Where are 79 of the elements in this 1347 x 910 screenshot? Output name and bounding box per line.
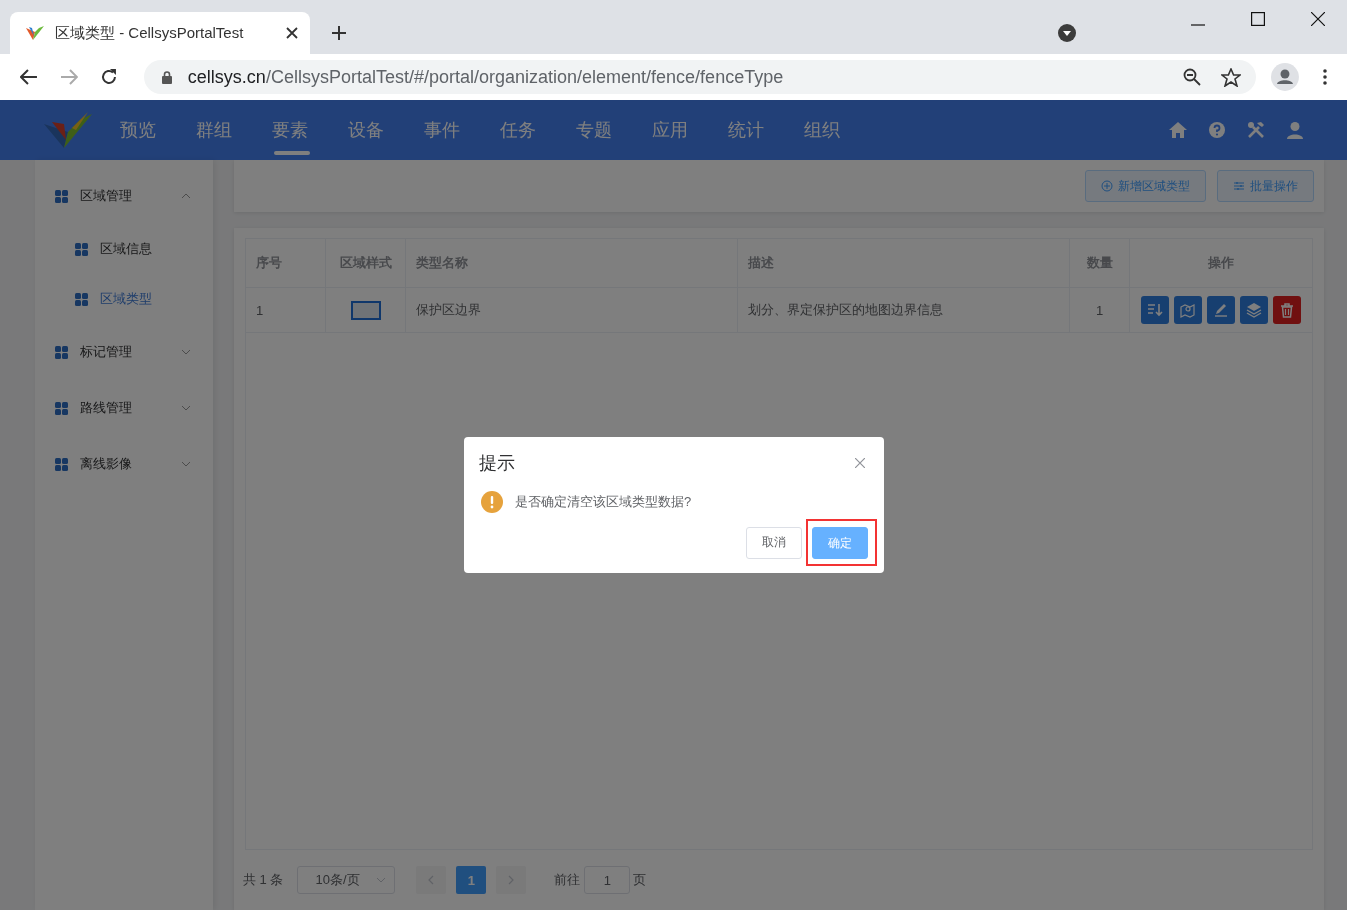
nav-tab[interactable]: 设备 xyxy=(348,100,424,160)
chevron-left-icon xyxy=(428,875,435,885)
page-number[interactable]: 1 xyxy=(456,866,487,894)
close-icon[interactable] xyxy=(1311,12,1325,26)
nav-tab[interactable]: 群组 xyxy=(196,100,272,160)
browser-tab[interactable]: 区域类型 - CellsysPortalTest xyxy=(10,12,310,54)
goto-label: 前往 xyxy=(554,871,581,889)
map-pin-icon xyxy=(1179,301,1197,319)
zoom-out-icon[interactable] xyxy=(1183,68,1202,86)
grid-icon xyxy=(55,401,68,415)
page-suffix: 页 xyxy=(633,871,647,889)
sidebar-item[interactable]: 路线管理 xyxy=(35,380,213,436)
table-cell: 1 xyxy=(246,288,326,332)
nav-tab[interactable]: 应用 xyxy=(652,100,728,160)
tab-title: 区域类型 - CellsysPortalTest xyxy=(55,23,245,43)
pencil-icon xyxy=(1212,301,1230,319)
delete-button[interactable] xyxy=(1273,296,1301,324)
nav-tab[interactable]: 组织 xyxy=(804,100,880,160)
tools-icon[interactable] xyxy=(1247,121,1265,139)
total-count: 共 1 条 xyxy=(243,871,284,889)
address-bar[interactable]: cellsys.cn/CellsysPortalTest/#/portal/organization/element/fence/fenceType xyxy=(143,60,1257,94)
dropdown-icon[interactable] xyxy=(1058,24,1076,42)
grid-icon xyxy=(75,292,88,306)
nav-tab[interactable]: 任务 xyxy=(500,100,576,160)
nav-tab[interactable]: 预览 xyxy=(120,100,196,160)
chevron-up-icon xyxy=(181,193,191,199)
area-style-swatch xyxy=(350,300,381,320)
page-input[interactable]: 1 xyxy=(584,866,631,894)
sidebar-subitem[interactable]: 区域类型 xyxy=(35,274,213,324)
chevron-down-icon xyxy=(181,405,191,411)
more-icon[interactable] xyxy=(1323,69,1327,85)
sidebar-subitem[interactable]: 区域信息 xyxy=(35,224,213,274)
sidebar-item[interactable]: 区域管理 xyxy=(35,168,213,224)
home-icon[interactable] xyxy=(1169,122,1187,138)
back-icon[interactable] xyxy=(20,69,38,85)
reload-icon[interactable] xyxy=(99,68,118,86)
chevron-down-icon xyxy=(181,349,191,355)
sort-down-icon xyxy=(1146,301,1164,319)
table-cell: 1 xyxy=(1070,288,1130,332)
table-cell: 保护区边界 xyxy=(406,288,738,332)
add-button[interactable]: 新增区域类型 xyxy=(1085,170,1206,202)
dialog-message: 是否确定清空该区域类型数据? xyxy=(515,493,692,511)
batch-button[interactable]: 批量操作 xyxy=(1217,170,1314,202)
table-cell: 划分、界定保护区的地图边界信息 xyxy=(738,288,1070,332)
layers-icon xyxy=(1245,301,1263,319)
nav-tab[interactable]: 专题 xyxy=(576,100,652,160)
warning-icon xyxy=(481,491,503,513)
action-button[interactable] xyxy=(1207,296,1235,324)
close-icon[interactable] xyxy=(286,27,298,39)
nav-tab[interactable]: 事件 xyxy=(424,100,500,160)
new-tab-icon[interactable] xyxy=(331,25,347,41)
trash-icon xyxy=(1278,301,1296,319)
chevron-down-icon xyxy=(181,461,191,467)
star-icon[interactable] xyxy=(1221,67,1242,87)
action-button[interactable] xyxy=(1141,296,1169,324)
grid-icon xyxy=(55,457,68,471)
dialog-title: 提示 xyxy=(479,452,515,475)
confirm-button[interactable]: 确定 xyxy=(812,527,868,559)
help-icon[interactable] xyxy=(1209,122,1225,138)
page-size-select[interactable]: 10条/页 xyxy=(297,866,396,894)
maximize-icon[interactable] xyxy=(1251,12,1265,26)
nav-tab[interactable]: 统计 xyxy=(728,100,804,160)
nav-tab[interactable]: 要素 xyxy=(272,100,348,160)
cancel-button[interactable]: 取消 xyxy=(746,526,802,559)
avatar-icon[interactable] xyxy=(1271,63,1299,91)
chevron-down-icon xyxy=(376,877,387,883)
action-button[interactable] xyxy=(1240,296,1268,324)
plus-circle-icon xyxy=(1101,180,1113,192)
action-button[interactable] xyxy=(1174,296,1202,324)
grid-icon xyxy=(55,345,68,359)
lock-icon xyxy=(161,70,172,84)
app-logo-icon xyxy=(25,24,45,42)
sliders-icon xyxy=(1233,180,1245,192)
chevron-right-icon xyxy=(508,875,515,885)
sidebar-item[interactable]: 离线影像 xyxy=(35,436,213,492)
grid-icon xyxy=(55,189,68,203)
grid-icon xyxy=(75,242,88,256)
user-icon[interactable] xyxy=(1287,121,1303,139)
sidebar-item[interactable]: 标记管理 xyxy=(35,324,213,380)
